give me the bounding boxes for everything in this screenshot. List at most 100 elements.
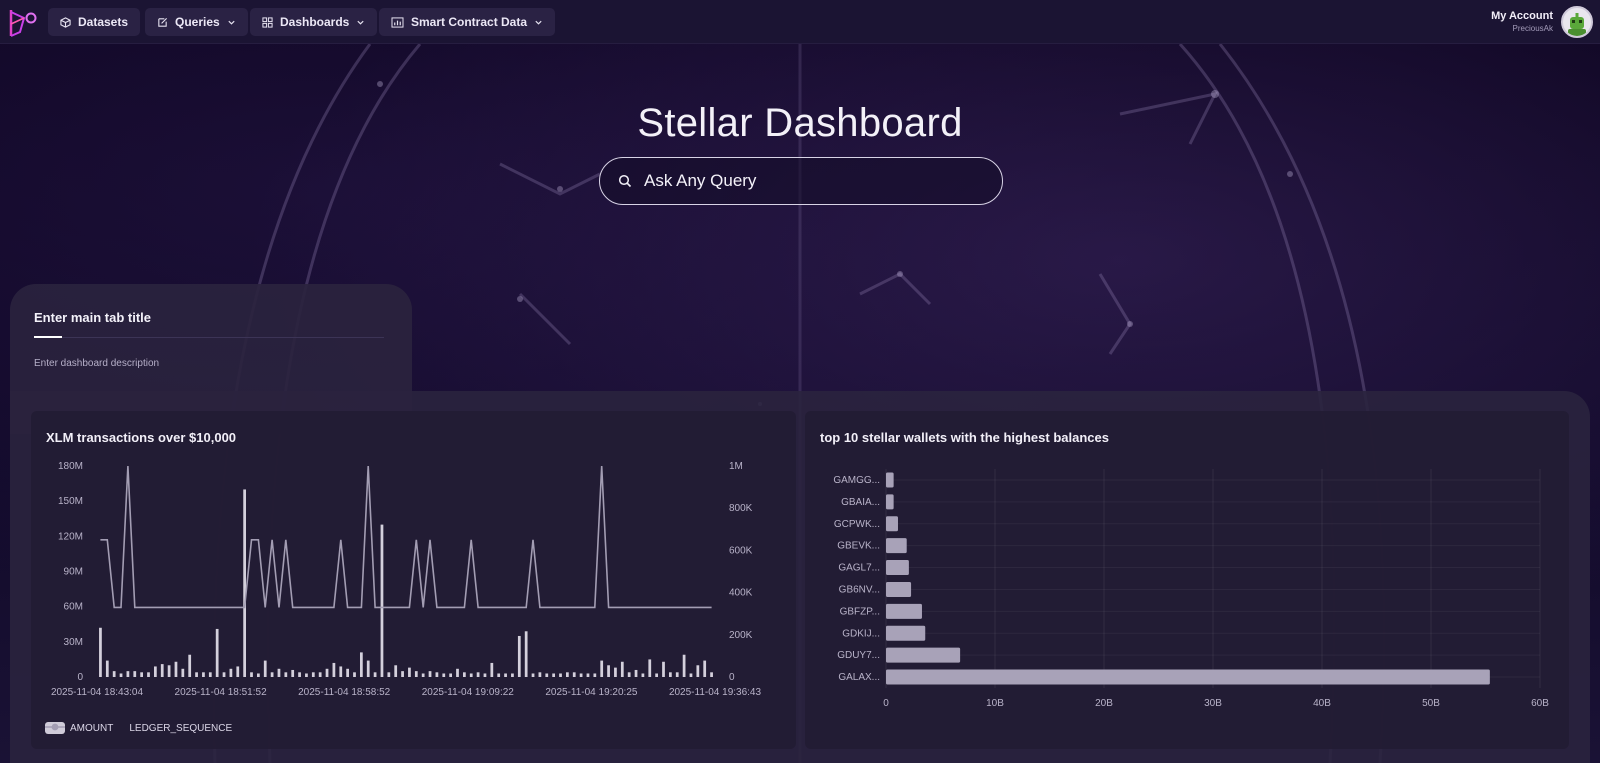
amount-bar[interactable] — [517, 635, 521, 677]
amount-bar[interactable] — [682, 654, 686, 677]
amount-bar[interactable] — [284, 672, 288, 677]
amount-bar[interactable] — [435, 672, 439, 677]
amount-bar[interactable] — [298, 672, 301, 677]
amount-bar[interactable] — [229, 668, 233, 677]
my-account-menu[interactable]: My Account PreciousAk — [1491, 10, 1553, 33]
amount-bar[interactable] — [291, 669, 295, 677]
amount-bar[interactable] — [277, 668, 281, 677]
amount-bar[interactable] — [167, 665, 171, 677]
amount-bar[interactable] — [668, 672, 672, 677]
amount-bar[interactable] — [263, 660, 267, 677]
amount-bar[interactable] — [243, 489, 247, 677]
amount-bar[interactable] — [394, 665, 398, 677]
amount-bar[interactable] — [153, 666, 157, 677]
nav-smart-contract-data-button[interactable]: Smart Contract Data — [379, 8, 556, 36]
amount-bar[interactable] — [236, 666, 240, 677]
amount-bar[interactable] — [524, 631, 528, 677]
amount-bar[interactable] — [408, 667, 411, 677]
amount-bar[interactable] — [456, 668, 459, 677]
amount-bar[interactable] — [215, 628, 219, 677]
amount-bar[interactable] — [600, 660, 604, 677]
wallet-balance-bar[interactable] — [886, 538, 907, 554]
amount-bar[interactable] — [675, 672, 679, 677]
amount-bar[interactable] — [140, 672, 144, 677]
amount-bar[interactable] — [195, 672, 198, 677]
amount-bar[interactable] — [710, 672, 713, 677]
amount-bar[interactable] — [703, 660, 707, 677]
amount-bar[interactable] — [476, 672, 480, 677]
amount-bar[interactable] — [483, 673, 487, 677]
wallet-balance-bar[interactable] — [886, 669, 1490, 685]
amount-bar[interactable] — [648, 659, 652, 677]
amount-bar[interactable] — [105, 660, 109, 677]
main-tab-title[interactable]: Enter main tab title — [34, 310, 388, 325]
wallet-balance-bar[interactable] — [886, 647, 961, 663]
amount-bar[interactable] — [174, 661, 178, 677]
wallet-balance-bar[interactable] — [886, 472, 894, 488]
amount-bar[interactable] — [401, 671, 404, 677]
amount-bar[interactable] — [634, 669, 638, 677]
legend-item-ledger-sequence[interactable]: LEDGER_SEQUENCE — [45, 723, 232, 734]
amount-bar[interactable] — [442, 673, 446, 677]
amount-bar[interactable] — [607, 665, 610, 677]
amount-bar[interactable] — [160, 664, 164, 677]
amount-bar[interactable] — [641, 673, 645, 677]
wallet-balance-bar[interactable] — [886, 494, 894, 510]
wallet-balance-bar[interactable] — [886, 560, 909, 576]
app-logo[interactable] — [8, 6, 38, 38]
amount-bar[interactable] — [202, 672, 205, 677]
wallet-balance-bar[interactable] — [886, 516, 898, 532]
amount-bar[interactable] — [627, 672, 631, 677]
amount-bar[interactable] — [586, 673, 590, 677]
amount-bar[interactable] — [531, 673, 535, 677]
amount-bar[interactable] — [593, 673, 597, 677]
amount-bar[interactable] — [497, 673, 501, 677]
amount-bar[interactable] — [366, 660, 370, 677]
amount-bar[interactable] — [428, 671, 432, 677]
amount-bar[interactable] — [181, 668, 185, 677]
amount-bar[interactable] — [572, 672, 576, 677]
amount-bar[interactable] — [387, 672, 391, 677]
amount-bar[interactable] — [469, 673, 473, 677]
amount-bar[interactable] — [545, 673, 549, 677]
amount-bar[interactable] — [188, 654, 192, 677]
amount-bar[interactable] — [414, 671, 418, 677]
amount-bar[interactable] — [346, 668, 350, 677]
amount-bar[interactable] — [538, 672, 542, 677]
amount-bar[interactable] — [318, 672, 322, 677]
amount-bar[interactable] — [222, 672, 226, 677]
amount-bar[interactable] — [552, 673, 556, 677]
amount-bar[interactable] — [490, 662, 494, 677]
amount-bar[interactable] — [662, 661, 665, 677]
amount-bar[interactable] — [696, 665, 700, 677]
amount-bar[interactable] — [305, 673, 308, 677]
amount-bar[interactable] — [256, 673, 260, 677]
avatar[interactable] — [1561, 6, 1593, 38]
wallet-balance-bar[interactable] — [886, 581, 912, 597]
amount-bar[interactable] — [559, 673, 562, 677]
wallet-balance-bar[interactable] — [886, 603, 922, 619]
nav-datasets-button[interactable]: Datasets — [48, 8, 141, 36]
amount-bar[interactable] — [339, 666, 343, 677]
nav-dashboards-button[interactable]: Dashboards — [250, 8, 378, 36]
amount-bar[interactable] — [655, 673, 659, 677]
amount-bar[interactable] — [126, 671, 130, 677]
amount-bar[interactable] — [112, 671, 116, 677]
amount-bar[interactable] — [565, 672, 569, 677]
amount-bar[interactable] — [353, 672, 356, 677]
amount-bar[interactable] — [208, 672, 212, 677]
amount-bar[interactable] — [250, 672, 253, 677]
amount-bar[interactable] — [421, 673, 425, 677]
amount-bar[interactable] — [462, 672, 466, 677]
amount-bar[interactable] — [380, 524, 384, 677]
amount-bar[interactable] — [689, 673, 693, 677]
amount-bar[interactable] — [311, 672, 315, 677]
amount-bar[interactable] — [614, 667, 617, 677]
ask-query-search-box[interactable] — [599, 157, 1003, 205]
amount-bar[interactable] — [359, 652, 363, 677]
wallet-balance-bar[interactable] — [886, 625, 926, 641]
search-input[interactable] — [644, 171, 974, 191]
amount-bar[interactable] — [449, 673, 453, 677]
amount-bar[interactable] — [373, 672, 377, 677]
nav-queries-button[interactable]: Queries — [145, 8, 248, 36]
